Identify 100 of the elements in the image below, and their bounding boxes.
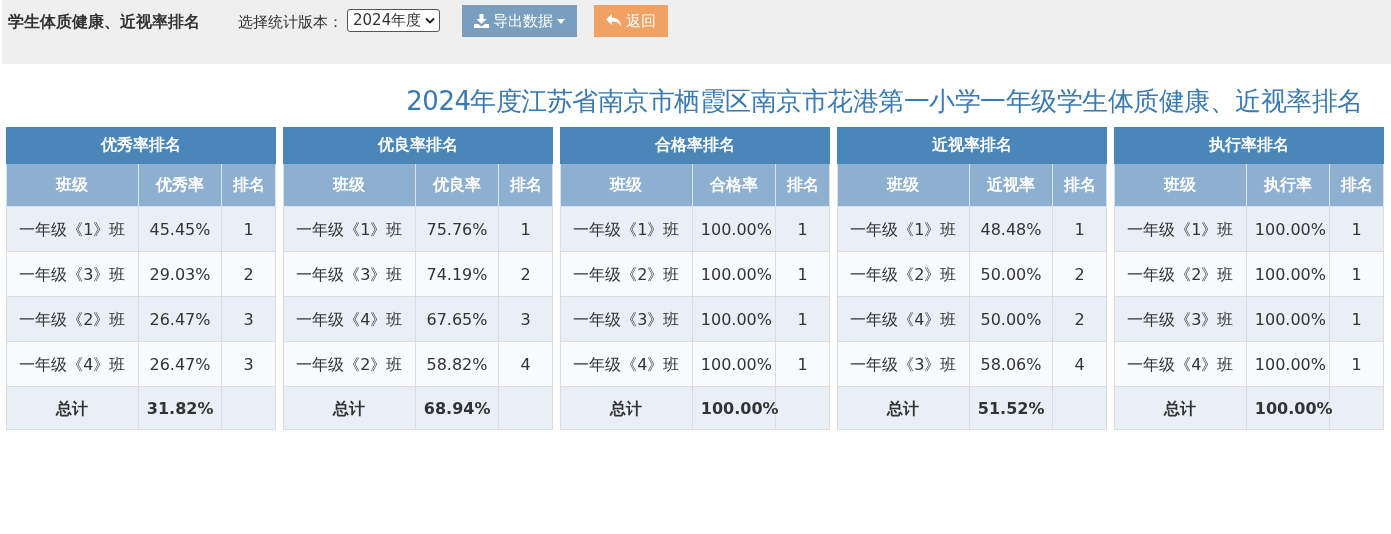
table-cell: 4 <box>1052 341 1107 387</box>
version-label: 选择统计版本： <box>238 13 343 32</box>
table-cell: 100.00% <box>692 251 776 297</box>
total-cell: 31.82% <box>138 386 222 430</box>
download-icon <box>474 14 490 28</box>
caret-icon <box>557 18 566 24</box>
table-cell: 一年级《2》班 <box>6 296 139 342</box>
table-cell: 26.47% <box>138 341 222 387</box>
table-cell: 100.00% <box>1246 206 1330 252</box>
table-cell: 100.00% <box>692 296 776 342</box>
table-cell: 一年级《4》班 <box>1114 341 1247 387</box>
table-cell: 1 <box>221 206 276 252</box>
column-header: 排名 <box>775 163 830 207</box>
column-header: 合格率 <box>692 163 776 207</box>
table-cell: 2 <box>1052 251 1107 297</box>
page-title: 学生体质健康、近视率排名 <box>8 12 200 33</box>
table-cell: 1 <box>775 251 830 297</box>
table-cell: 100.00% <box>1246 296 1330 342</box>
chevron-down-icon <box>425 17 436 24</box>
table-cell: 58.06% <box>969 341 1053 387</box>
table-cell: 26.47% <box>138 296 222 342</box>
total-cell: 总计 <box>837 386 970 430</box>
total-cell: 68.94% <box>415 386 499 430</box>
table-cell: 一年级《4》班 <box>560 341 693 387</box>
table-cell: 2 <box>221 251 276 297</box>
table-cell: 100.00% <box>1246 251 1330 297</box>
table-cell: 1 <box>1329 206 1384 252</box>
table-cell: 100.00% <box>1246 341 1330 387</box>
reply-arrow-icon <box>606 14 623 28</box>
total-cell: 51.52% <box>969 386 1053 430</box>
table-cell: 一年级《3》班 <box>837 341 970 387</box>
table-cell: 1 <box>1329 341 1384 387</box>
table-cell: 一年级《2》班 <box>283 341 416 387</box>
table-cell: 74.19% <box>415 251 499 297</box>
column-header: 近视率 <box>969 163 1053 207</box>
table-cell: 58.82% <box>415 341 499 387</box>
table-title: 合格率排名 <box>560 127 830 164</box>
table-cell: 1 <box>498 206 553 252</box>
total-cell: 总计 <box>283 386 416 430</box>
column-header: 执行率 <box>1246 163 1330 207</box>
table-cell: 75.76% <box>415 206 499 252</box>
table-cell: 3 <box>498 296 553 342</box>
column-header: 班级 <box>837 163 970 207</box>
column-header: 班级 <box>283 163 416 207</box>
column-header: 排名 <box>498 163 553 207</box>
table-cell: 一年级《1》班 <box>283 206 416 252</box>
table-cell: 一年级《4》班 <box>837 296 970 342</box>
table-cell: 100.00% <box>692 341 776 387</box>
table-cell: 48.48% <box>969 206 1053 252</box>
table-cell: 3 <box>221 296 276 342</box>
table-title: 优秀率排名 <box>6 127 276 164</box>
column-header: 排名 <box>1329 163 1384 207</box>
table-cell: 67.65% <box>415 296 499 342</box>
total-cell: 总计 <box>1114 386 1247 430</box>
table-cell: 100.00% <box>692 206 776 252</box>
table-cell: 1 <box>775 341 830 387</box>
table-cell: 一年级《1》班 <box>6 206 139 252</box>
total-cell: 100.00% <box>692 386 776 430</box>
table-title: 近视率排名 <box>837 127 1107 164</box>
table-cell: 1 <box>775 296 830 342</box>
column-header: 优秀率 <box>138 163 222 207</box>
table-cell: 一年级《3》班 <box>560 296 693 342</box>
table-cell: 一年级《4》班 <box>283 296 416 342</box>
table-cell: 一年级《2》班 <box>560 251 693 297</box>
column-header: 排名 <box>1052 163 1107 207</box>
table-cell: 1 <box>1329 251 1384 297</box>
table-cell: 2 <box>1052 296 1107 342</box>
table-title: 执行率排名 <box>1114 127 1384 164</box>
table-cell: 一年级《4》班 <box>6 341 139 387</box>
table-cell: 一年级《2》班 <box>837 251 970 297</box>
table-cell: 45.45% <box>138 206 222 252</box>
back-button[interactable]: 返回 <box>594 5 669 37</box>
version-select[interactable]: 2024年度 <box>347 9 441 32</box>
column-header: 班级 <box>6 163 139 207</box>
table-cell: 29.03% <box>138 251 222 297</box>
table-cell: 一年级《3》班 <box>1114 296 1247 342</box>
report-title: 2024年度江苏省南京市栖霞区南京市花港第一小学一年级学生体质健康、近视率排名 <box>406 85 1363 118</box>
column-header: 班级 <box>1114 163 1247 207</box>
table-cell: 4 <box>498 341 553 387</box>
table-cell: 一年级《3》班 <box>6 251 139 297</box>
column-header: 优良率 <box>415 163 499 207</box>
table-cell: 一年级《1》班 <box>1114 206 1247 252</box>
total-cell: 总计 <box>6 386 139 430</box>
table-cell: 1 <box>1329 296 1384 342</box>
table-cell: 一年级《3》班 <box>283 251 416 297</box>
table-cell: 一年级《2》班 <box>1114 251 1247 297</box>
table-cell: 一年级《1》班 <box>560 206 693 252</box>
table-cell: 一年级《1》班 <box>837 206 970 252</box>
table-cell: 1 <box>1052 206 1107 252</box>
table-cell: 3 <box>221 341 276 387</box>
table-cell: 50.00% <box>969 296 1053 342</box>
column-header: 班级 <box>560 163 693 207</box>
column-header: 排名 <box>221 163 276 207</box>
table-cell: 50.00% <box>969 251 1053 297</box>
total-cell: 总计 <box>560 386 693 430</box>
table-cell: 2 <box>498 251 553 297</box>
table-cell: 1 <box>775 206 830 252</box>
table-title: 优良率排名 <box>283 127 553 164</box>
export-button[interactable]: 导出数据 <box>462 5 578 37</box>
total-cell: 100.00% <box>1246 386 1330 430</box>
